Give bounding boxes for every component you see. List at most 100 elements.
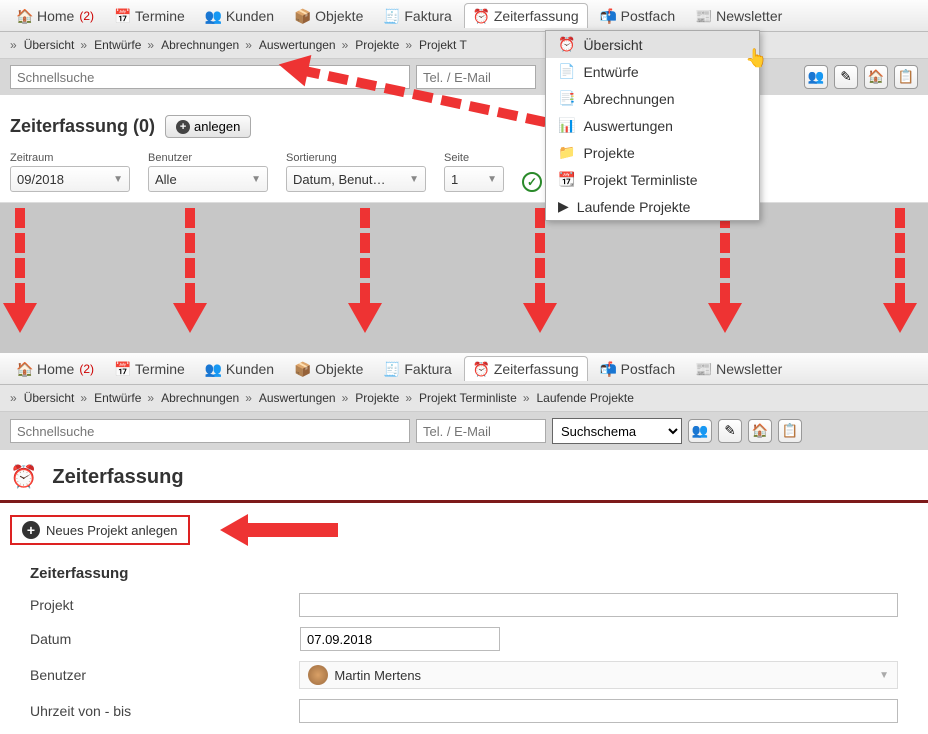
- nav-label: Home: [37, 361, 74, 377]
- project-icon: 📁: [558, 144, 575, 161]
- nav-objekte[interactable]: 📦 Objekte: [286, 4, 371, 28]
- nav-newsletter[interactable]: 📰 Newsletter: [687, 4, 790, 28]
- toolbar-button-4[interactable]: 📋: [894, 65, 918, 89]
- tel-email-input[interactable]: [416, 419, 546, 443]
- chart-icon: 📊: [558, 117, 575, 134]
- nav-termine[interactable]: 📅 Termine: [106, 4, 193, 28]
- new-project-label: Neues Projekt anlegen: [46, 523, 178, 538]
- nav-zeiterfassung[interactable]: ⏰ Zeiterfassung: [464, 3, 588, 28]
- nav-label: Zeiterfassung: [494, 361, 579, 377]
- calendar-icon: 📅: [114, 361, 130, 377]
- dropdown-label: Übersicht: [583, 37, 642, 53]
- nav-faktura[interactable]: 🧾 Faktura: [375, 4, 459, 28]
- dropdown-uebersicht[interactable]: ⏰Übersicht: [546, 31, 759, 58]
- annotation-arrow-left: [220, 514, 338, 546]
- clock-icon: ⏰: [473, 361, 489, 377]
- toolbar-button-1[interactable]: 👥: [688, 419, 712, 443]
- dropdown-label: Auswertungen: [583, 118, 673, 134]
- invoice-icon: 🧾: [383, 8, 399, 24]
- subnav-entwuerfe[interactable]: Entwürfe: [90, 389, 145, 407]
- nav-faktura[interactable]: 🧾Faktura: [375, 357, 459, 381]
- dropdown-label: Entwürfe: [583, 64, 638, 80]
- subnav-laufende-projekte[interactable]: Laufende Projekte: [533, 389, 638, 407]
- nav-termine[interactable]: 📅Termine: [106, 357, 193, 381]
- create-button[interactable]: + anlegen: [165, 115, 251, 138]
- nav-zeiterfassung[interactable]: ⏰ Zeiterfassung: [464, 356, 588, 381]
- nav-kunden[interactable]: 👥 Kunden: [197, 4, 282, 28]
- filter-seite-combo[interactable]: 1▼: [444, 166, 504, 192]
- subnav-projekt-terminliste[interactable]: Projekt Terminliste: [415, 389, 521, 407]
- subnav-entwuerfe[interactable]: Entwürfe: [90, 36, 145, 54]
- filter-benutzer-combo[interactable]: Alle▼: [148, 166, 268, 192]
- quicksearch-input[interactable]: [10, 419, 410, 443]
- nav-label: Zeiterfassung: [494, 8, 579, 24]
- form-row-benutzer: Benutzer Martin Mertens ▼: [0, 656, 928, 694]
- search-row: 👥 ✎ 🏠 📋: [0, 59, 928, 95]
- nav-label: Newsletter: [716, 8, 782, 24]
- raquo-icon: »: [245, 38, 252, 52]
- subnav-uebersicht[interactable]: Übersicht: [20, 36, 79, 54]
- dropdown-projekt-terminliste[interactable]: 📆Projekt Terminliste: [546, 166, 759, 193]
- box-icon: 📦: [294, 8, 310, 24]
- subnav-abrechnungen[interactable]: Abrechnungen: [157, 389, 243, 407]
- new-project-button[interactable]: + Neues Projekt anlegen: [10, 515, 190, 545]
- zeiterfassung-dropdown: ⏰Übersicht 📄Entwürfe 📑 Abrechnungen 📊 Ausw…: [545, 30, 760, 221]
- dropdown-label: Abrechnungen: [583, 91, 674, 107]
- annotation-separator: // arrows drawn via JS after data script…: [0, 203, 928, 353]
- datum-input[interactable]: [300, 627, 500, 651]
- toolbar-button-1[interactable]: 👥: [804, 65, 828, 89]
- annotation-arrow-down: [535, 208, 557, 333]
- annotation-arrow-down: [185, 208, 207, 333]
- nav-label: Kunden: [226, 8, 274, 24]
- search-schema-select[interactable]: Suchschema: [552, 418, 682, 444]
- create-button-label: anlegen: [194, 119, 240, 134]
- dropdown-abrechnungen[interactable]: 📑 Abrechnungen: [546, 85, 759, 112]
- calendar-icon: 📅: [114, 8, 130, 24]
- filter-apply-button[interactable]: ✓: [522, 172, 542, 192]
- page2-header: ⏰ Zeiterfassung: [0, 450, 928, 498]
- search-row-2: Suchschema 👥 ✎ 🏠 📋: [0, 412, 928, 450]
- subnav-auswertungen[interactable]: Auswertungen: [255, 389, 340, 407]
- filter-zeitraum-combo[interactable]: 09/2018▼: [10, 166, 130, 192]
- nav-postfach[interactable]: 📬 Postfach: [592, 4, 683, 28]
- toolbar-button-2[interactable]: ✎: [834, 65, 858, 89]
- toolbar-home-button[interactable]: 🏠: [864, 65, 888, 89]
- form-label-uhrzeit: Uhrzeit von - bis: [30, 703, 299, 719]
- raquo-icon: »: [342, 391, 349, 405]
- dropdown-laufende-projekte[interactable]: ▶Laufende Projekte: [546, 193, 759, 220]
- uhrzeit-input[interactable]: [299, 699, 898, 723]
- raquo-icon: »: [147, 38, 154, 52]
- dropdown-entwuerfe[interactable]: 📄Entwürfe: [546, 58, 759, 85]
- subnav-projekte[interactable]: Projekte: [351, 389, 403, 407]
- raquo-icon: »: [147, 391, 154, 405]
- dropdown-label: Projekt Terminliste: [583, 172, 697, 188]
- list-icon: 📑: [558, 90, 575, 107]
- nav-home-count: (2): [79, 9, 94, 23]
- subnav-abrechnungen[interactable]: Abrechnungen: [157, 36, 243, 54]
- dropdown-projekte[interactable]: 📁Projekte: [546, 139, 759, 166]
- toolbar-button-4[interactable]: 📋: [778, 419, 802, 443]
- toolbar-button-2[interactable]: ✎: [718, 419, 742, 443]
- nav-home[interactable]: 🏠 Home (2): [8, 4, 102, 28]
- subnav-uebersicht[interactable]: Übersicht: [20, 389, 79, 407]
- caret-down-icon: ▼: [113, 174, 123, 185]
- dropdown-auswertungen[interactable]: 📊 Auswertungen: [546, 112, 759, 139]
- nav-kunden[interactable]: 👥Kunden: [197, 357, 282, 381]
- nav-label: Newsletter: [716, 361, 782, 377]
- subnav-projekte[interactable]: Projekte: [351, 36, 403, 54]
- form-section-title: Zeiterfassung: [0, 551, 928, 588]
- nav-objekte[interactable]: 📦Objekte: [286, 357, 371, 381]
- toolbar-home-button[interactable]: 🏠: [748, 419, 772, 443]
- dropdown-label: Laufende Projekte: [577, 199, 691, 215]
- annotation-arrow-down: [15, 208, 37, 333]
- benutzer-select[interactable]: Martin Mertens ▼: [299, 661, 898, 689]
- tel-email-input[interactable]: [416, 65, 536, 89]
- nav-label: Faktura: [404, 8, 451, 24]
- nav-newsletter[interactable]: 📰Newsletter: [687, 357, 790, 381]
- projekt-input[interactable]: [299, 593, 898, 617]
- nav-postfach[interactable]: 📬Postfach: [592, 357, 683, 381]
- raquo-icon: »: [80, 38, 87, 52]
- raquo-icon: »: [405, 391, 412, 405]
- filter-sortierung-combo[interactable]: Datum, Benut…▼: [286, 166, 426, 192]
- nav-home[interactable]: 🏠 Home (2): [8, 357, 102, 381]
